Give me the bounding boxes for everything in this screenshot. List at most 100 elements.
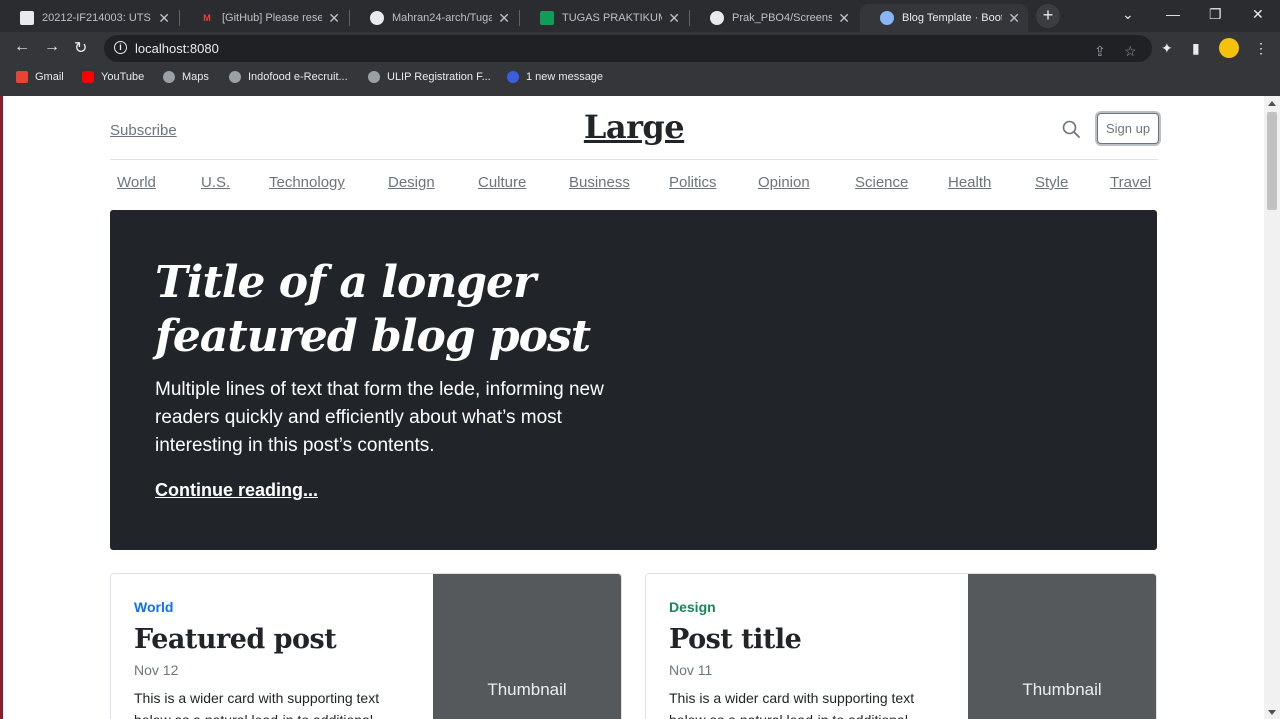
browser-toolbar: ← → ↻ i localhost:8080 ⇪ ☆ ✦ ▮ ⋮ xyxy=(0,32,1280,65)
blog-header: Subscribe Large Sign up xyxy=(110,96,1159,160)
tab-search-icon[interactable]: ⌄ xyxy=(1122,6,1134,23)
nav-link-technology[interactable]: Technology xyxy=(269,174,345,191)
card-text: This is a wider card with supporting tex… xyxy=(134,690,380,719)
card-date: Nov 11 xyxy=(669,662,713,678)
bookmark-label: YouTube xyxy=(101,71,145,83)
nav-link-style[interactable]: Style xyxy=(1035,174,1068,191)
tab-title: Blog Template · Boots xyxy=(902,12,1003,24)
signup-button[interactable]: Sign up xyxy=(1097,113,1159,144)
nav-link-culture[interactable]: Culture xyxy=(478,174,526,191)
tab-title: TUGAS PRAKTIKUM P xyxy=(562,12,663,24)
info-icon[interactable]: i xyxy=(114,41,127,54)
tab-prak-pbo4[interactable]: Prak_PBO4/Screensho ✕ xyxy=(690,4,858,32)
globe-icon xyxy=(163,71,175,83)
close-icon[interactable]: ✕ xyxy=(328,10,340,27)
extensions-icon[interactable]: ✦ xyxy=(1161,40,1173,57)
bookmark-gmail[interactable]: Gmail xyxy=(16,71,64,83)
tab-title: Mahran24-arch/Tugas xyxy=(392,12,493,24)
messenger-icon xyxy=(507,71,519,83)
site-logo[interactable]: Large xyxy=(110,108,1158,146)
close-icon[interactable]: ✕ xyxy=(498,10,510,27)
scrollbar-thumb[interactable] xyxy=(1267,112,1277,210)
new-tab-button[interactable]: + xyxy=(1036,4,1060,28)
share-icon[interactable]: ⇪ xyxy=(1094,43,1106,60)
gmail-icon: M xyxy=(203,13,211,23)
nav-link-politics[interactable]: Politics xyxy=(669,174,717,191)
tab-mahran-repo[interactable]: Mahran24-arch/Tugas ✕ xyxy=(350,4,518,32)
card-title: Featured post xyxy=(134,624,337,655)
card-date: Nov 12 xyxy=(134,662,179,678)
menu-icon[interactable]: ⋮ xyxy=(1254,40,1268,57)
github-icon xyxy=(370,11,384,25)
gmail-icon xyxy=(16,71,28,83)
address-bar[interactable]: i localhost:8080 ⇪ ☆ xyxy=(104,35,1152,62)
youtube-icon xyxy=(82,71,94,83)
continue-reading-link[interactable]: Continue reading... xyxy=(155,480,318,501)
post-card: Design Post title Nov 11 This is a wider… xyxy=(645,573,1157,719)
tab-title: [GitHub] Please reset xyxy=(222,12,323,24)
search-icon[interactable] xyxy=(1062,120,1080,138)
hero-title: Title of a longer featured blog post xyxy=(155,257,591,362)
tab-title: 20212-IF214003: UTS xyxy=(42,12,151,24)
github-icon xyxy=(710,11,724,25)
tab-tugas-praktikum[interactable]: TUGAS PRAKTIKUM P ✕ xyxy=(520,4,688,32)
document-icon xyxy=(20,11,34,25)
tab-blog-template[interactable]: Blog Template · Boots ✕ xyxy=(860,4,1028,32)
restore-icon[interactable]: ❐ xyxy=(1209,6,1222,23)
card-category: Design xyxy=(669,599,716,615)
profile-avatar[interactable] xyxy=(1219,38,1239,58)
forward-icon[interactable]: → xyxy=(44,38,60,56)
sheets-icon xyxy=(540,11,554,25)
post-card: World Featured post Nov 12 This is a wid… xyxy=(110,573,622,719)
nav-link-business[interactable]: Business xyxy=(569,174,630,191)
card-category: World xyxy=(134,599,174,615)
nav-link-us[interactable]: U.S. xyxy=(201,174,230,191)
card-thumbnail: Thumbnail xyxy=(433,574,621,719)
bookmarks-bar: Gmail YouTube Maps Indofood e-Recruit...… xyxy=(0,65,1280,92)
close-window-icon[interactable]: ✕ xyxy=(1252,6,1264,23)
tab-github-reset[interactable]: M [GitHub] Please reset ✕ xyxy=(180,4,348,32)
bookmark-new-message[interactable]: 1 new message xyxy=(507,71,603,83)
bookmark-label: ULIP Registration F... xyxy=(387,71,491,83)
bookmark-label: Maps xyxy=(182,71,209,83)
nav-link-science[interactable]: Science xyxy=(855,174,908,191)
nav-link-travel[interactable]: Travel xyxy=(1110,174,1151,191)
bookmark-maps[interactable]: Maps xyxy=(163,71,209,83)
close-icon[interactable]: ✕ xyxy=(158,10,170,27)
card-thumbnail: Thumbnail xyxy=(968,574,1156,719)
bookmark-ulip[interactable]: ULIP Registration F... xyxy=(368,71,491,83)
star-icon[interactable]: ☆ xyxy=(1124,43,1137,60)
featured-hero: Title of a longer featured blog post Mul… xyxy=(110,210,1157,550)
bookmark-indofood[interactable]: Indofood e-Recruit... xyxy=(229,71,348,83)
reload-icon[interactable]: ↻ xyxy=(74,38,87,58)
page-viewport: Subscribe Large Sign up World U.S. Techn… xyxy=(3,96,1264,719)
nav-link-design[interactable]: Design xyxy=(388,174,435,191)
bookmark-label: Indofood e-Recruit... xyxy=(248,71,348,83)
globe-icon xyxy=(368,71,380,83)
hero-lede: Multiple lines of text that form the led… xyxy=(155,379,604,456)
bookmark-youtube[interactable]: YouTube xyxy=(82,71,144,83)
minimize-icon[interactable]: — xyxy=(1166,6,1180,22)
scroll-up-icon[interactable] xyxy=(1268,101,1276,106)
close-icon[interactable]: ✕ xyxy=(1008,10,1020,27)
globe-icon xyxy=(880,11,894,25)
card-text: This is a wider card with supporting tex… xyxy=(669,690,915,719)
side-panel-icon[interactable]: ▮ xyxy=(1192,40,1200,57)
vertical-scrollbar[interactable] xyxy=(1264,96,1280,719)
tab-title: Prak_PBO4/Screensho xyxy=(732,12,833,24)
bookmark-label: Gmail xyxy=(35,71,64,83)
back-icon[interactable]: ← xyxy=(14,38,30,56)
bookmark-label: 1 new message xyxy=(526,71,604,83)
tab-uts[interactable]: 20212-IF214003: UTS ✕ xyxy=(0,4,178,32)
nav-link-opinion[interactable]: Opinion xyxy=(758,174,810,191)
card-title: Post title xyxy=(669,624,802,655)
tab-strip: 20212-IF214003: UTS ✕ M [GitHub] Please … xyxy=(0,0,1280,32)
close-icon[interactable]: ✕ xyxy=(838,10,850,27)
close-icon[interactable]: ✕ xyxy=(668,10,680,27)
globe-icon xyxy=(229,71,241,83)
nav-link-health[interactable]: Health xyxy=(948,174,991,191)
scroll-down-icon[interactable] xyxy=(1268,710,1276,715)
category-nav: World U.S. Technology Design Culture Bus… xyxy=(110,174,1158,196)
url-text[interactable]: localhost:8080 xyxy=(135,41,219,56)
nav-link-world[interactable]: World xyxy=(117,174,156,191)
